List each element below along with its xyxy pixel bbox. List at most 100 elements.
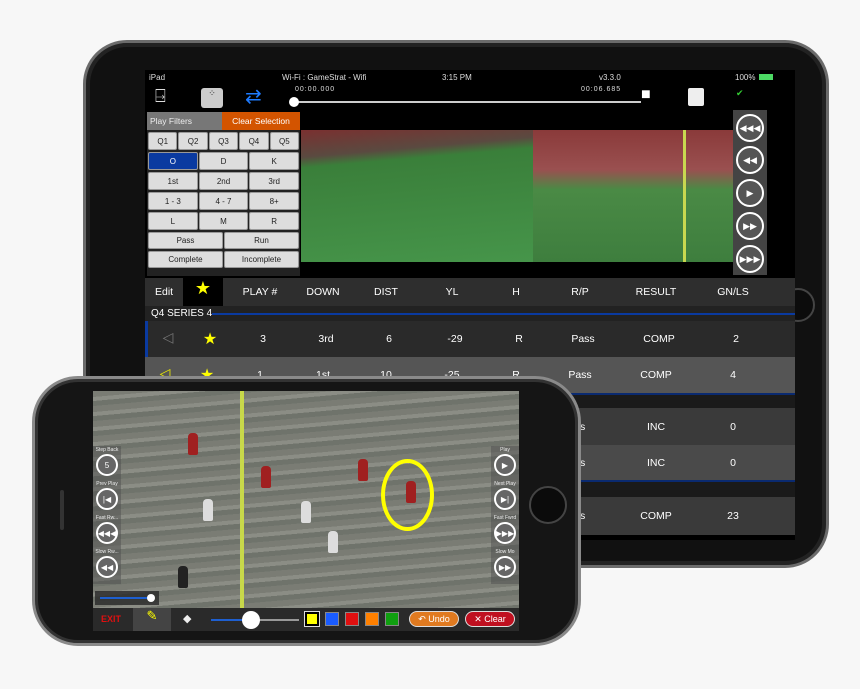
filter-row: Complete Incomplete: [148, 251, 299, 268]
filter-row: ODK: [148, 152, 300, 170]
slow-rw-button[interactable]: ◀◀: [96, 556, 118, 578]
color-swatch[interactable]: [325, 612, 339, 626]
timeline-handle[interactable]: [289, 97, 299, 107]
cell-result: COMP: [640, 510, 672, 522]
battery-label: 100%: [735, 73, 756, 82]
exit-button[interactable]: EXIT: [101, 614, 121, 624]
fast-rw-button[interactable]: ◀◀◀: [96, 522, 118, 544]
fast-rewind-button[interactable]: ◀◀◀: [736, 114, 764, 142]
phone-video[interactable]: Step Back 5 Prev Play |◀ Fast Rw... ◀◀◀ Slow R…: [93, 391, 519, 608]
loop-icon[interactable]: ⇄: [245, 84, 262, 109]
undo-label: Undo: [428, 614, 450, 624]
scrub-slider[interactable]: [95, 591, 159, 605]
filter-button-q2[interactable]: Q2: [178, 132, 208, 150]
phone-home-button[interactable]: [529, 486, 567, 524]
undo-button[interactable]: ↶ Undo: [409, 611, 459, 627]
filter-button-q1[interactable]: Q1: [148, 132, 178, 150]
scrub-handle[interactable]: [147, 594, 155, 602]
color-swatch[interactable]: [304, 611, 320, 627]
play-filters-panel: Play Filters Clear Selection Q1 Q2 Q3 Q4 Q5 O…: [147, 112, 300, 276]
filter-button-2nd[interactable]: 2nd: [198, 172, 249, 190]
slow-forward-button[interactable]: ▶▶: [736, 212, 764, 240]
timeline-slider[interactable]: [293, 101, 641, 103]
filter-button-1st[interactable]: 1st: [148, 172, 198, 190]
flag-icon[interactable]: ◁: [163, 329, 174, 346]
left-controls: Step Back 5 Prev Play |◀ Fast Rw... ◀◀◀ Slow R…: [93, 446, 121, 584]
drawing-toolbar: EXIT ✎ ◆ ↶ Undo ✕ Clear: [93, 608, 519, 631]
filter-row: Q1 Q2 Q3 Q4 Q5: [148, 132, 300, 150]
column-header: H: [512, 286, 520, 298]
cell-rp: Pass: [568, 369, 592, 381]
filter-button-pass[interactable]: Pass: [148, 232, 223, 249]
series-label: Q4 SERIES 4: [151, 308, 213, 319]
next-playbutton[interactable]: ▶|: [494, 488, 516, 510]
filter-button-d[interactable]: D: [198, 152, 249, 170]
color-swatch[interactable]: [345, 612, 359, 626]
control-label: Step Back: [95, 447, 119, 453]
camera-stream-icon[interactable]: ■: [641, 86, 651, 104]
fast-forward-button[interactable]: ▶▶▶: [736, 245, 764, 273]
slow-mobutton[interactable]: ▶▶: [494, 556, 516, 578]
playbutton[interactable]: ▶: [494, 454, 516, 476]
filter-button-incomplete[interactable]: Incomplete: [224, 251, 299, 268]
filter-button-l[interactable]: L: [148, 212, 198, 230]
prev-playbutton[interactable]: |◀: [96, 488, 118, 510]
filter-button-complete[interactable]: Complete: [148, 251, 223, 268]
clear-button[interactable]: ✕ Clear: [465, 611, 515, 627]
color-swatch[interactable]: [385, 612, 399, 626]
filter-button-o[interactable]: O: [148, 152, 198, 170]
filter-button-k[interactable]: K: [249, 152, 300, 170]
filter-row: Pass Run: [148, 232, 299, 249]
video-feed-endzone[interactable]: [533, 130, 733, 262]
exit-door-icon[interactable]: ⍈: [155, 86, 166, 107]
clock: 3:15 PM: [442, 73, 472, 82]
playbook-icon[interactable]: ⁘: [201, 88, 223, 108]
filter-button-3rd[interactable]: 3rd: [249, 172, 300, 190]
video-feed-wide[interactable]: [301, 130, 533, 262]
control-label: Slow Mo: [495, 549, 515, 555]
edit-button[interactable]: Edit: [155, 286, 173, 298]
clear-selection-button[interactable]: Clear Selection: [222, 112, 300, 130]
filter-button-8[interactable]: 8+: [249, 192, 300, 210]
color-swatch[interactable]: [365, 612, 379, 626]
fast-fwrdbutton[interactable]: ▶▶▶: [494, 522, 516, 544]
cell-gnls: 0: [730, 456, 736, 469]
clear-label: Clear: [484, 614, 506, 624]
stats-icon[interactable]: [688, 88, 704, 106]
right-controls: Play ▶ Next Play ▶| Fast Fwrd ▶▶▶ Slow Mo ▶▶: [491, 446, 519, 584]
filter-button-47[interactable]: 4 - 7: [198, 192, 249, 210]
filter-button-r[interactable]: R: [249, 212, 300, 230]
filter-button-q5[interactable]: Q5: [269, 132, 300, 150]
referee: [178, 566, 188, 588]
play-filters-title: Play Filters: [147, 112, 222, 130]
cell-gnls: 2: [733, 333, 739, 345]
player: [358, 459, 368, 481]
cell-result: COMP: [640, 369, 672, 381]
filter-button-run[interactable]: Run: [224, 232, 299, 249]
step-backbutton[interactable]: 5: [96, 454, 118, 476]
table-row[interactable]: ◁ ★ 3 3rd 6 -29 R Pass COMP 2: [145, 321, 795, 357]
star-icon[interactable]: ★: [203, 329, 217, 349]
player: [261, 466, 271, 488]
series-divider: [212, 313, 795, 315]
pen-size-handle[interactable]: [242, 611, 260, 629]
column-header: GN/LS: [717, 286, 749, 298]
player: [203, 499, 213, 521]
battery-icon: [759, 74, 773, 80]
favorites-filter-star-icon[interactable]: ★: [183, 278, 223, 306]
cell-dist: 6: [386, 333, 392, 345]
eraser-icon[interactable]: ◆: [183, 612, 191, 625]
control-label: Play: [500, 447, 510, 453]
column-header: RESULT: [635, 286, 677, 298]
play-button[interactable]: ▶: [736, 179, 764, 207]
cell-yl: -29: [447, 333, 463, 345]
pencil-icon[interactable]: ✎: [133, 608, 171, 631]
filter-button-q4[interactable]: Q4: [239, 132, 269, 150]
slow-rewind-button[interactable]: ◀◀: [736, 146, 764, 174]
control-label: Slow Rw...: [95, 549, 119, 555]
filter-row: 1 - 34 - 7 8+: [148, 192, 300, 210]
filter-button-m[interactable]: M: [198, 212, 249, 230]
cell-gnls: 23: [727, 510, 739, 522]
filter-button-q3[interactable]: Q3: [208, 132, 239, 150]
filter-button-13[interactable]: 1 - 3: [148, 192, 198, 210]
